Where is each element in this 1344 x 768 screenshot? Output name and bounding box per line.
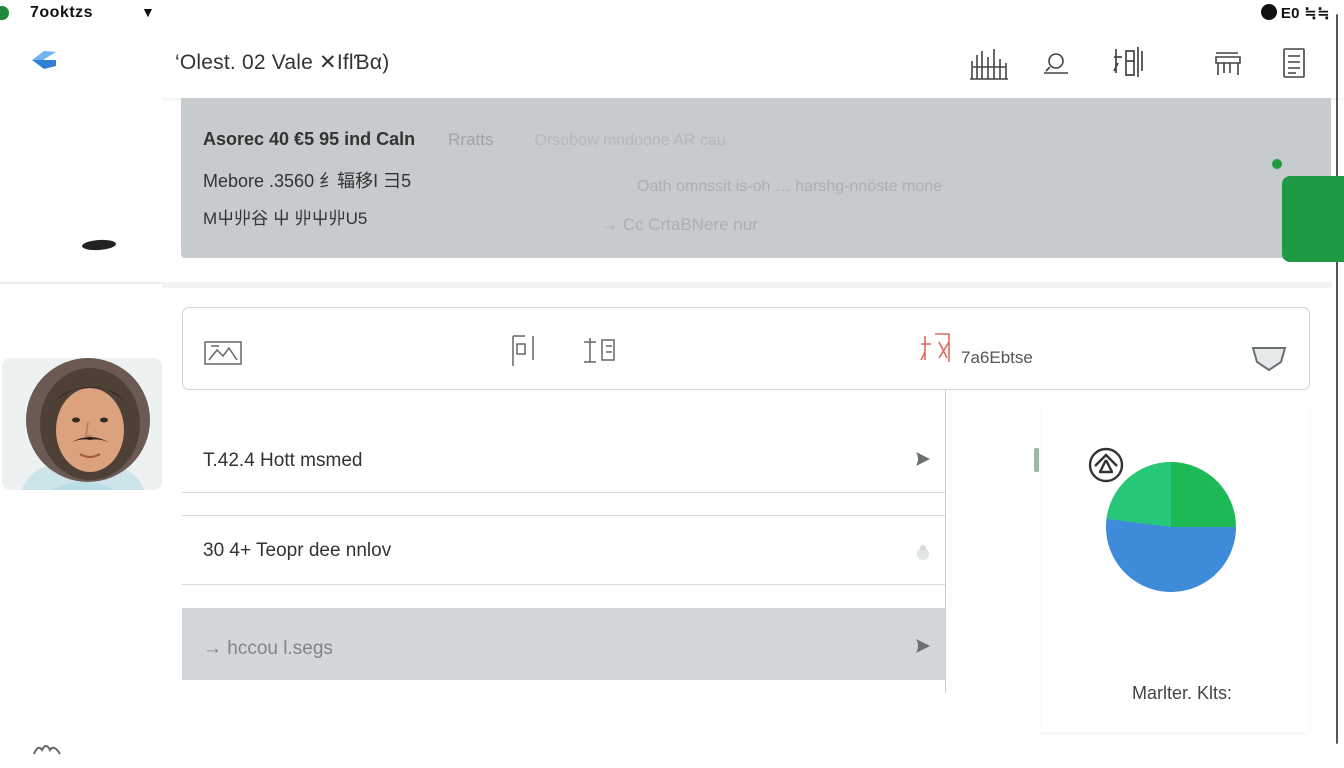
list-item-label: → hccou l.segs — [203, 638, 333, 659]
toolbar-status-text: 7a6Ebtse — [961, 348, 1033, 367]
summary-headline: Asorec 40 €5 95 ind Caln — [203, 129, 416, 149]
bookmarks-icon[interactable] — [1112, 43, 1152, 83]
document-icon[interactable] — [503, 332, 547, 368]
list-item-label: 30 4+ Teopr dee nnlov — [203, 540, 392, 561]
summary-faded-label: Rratts — [448, 130, 494, 149]
chevron-right-icon — [910, 446, 936, 472]
chevron-right-icon — [910, 633, 936, 659]
summary-line-2-faded: Oath omnssit is-oh … harshg-nnöste mone — [637, 178, 943, 195]
status-app-name: 7ooktzs — [30, 4, 94, 21]
summary-line-2: Mebore .3560 纟辐移I 彐5 — [203, 171, 412, 191]
hand-icon[interactable] — [32, 738, 62, 756]
app-header: ‘Olest. 02 Vale ✕IflƁα) — [0, 26, 1344, 98]
caret-down-icon[interactable]: ▼ — [141, 4, 155, 20]
toolbar: 7a6Ebtse — [182, 307, 1310, 390]
status-dot — [0, 6, 9, 20]
printer-icon[interactable] — [1208, 43, 1248, 83]
chart-card: Marlter. Klts: — [1041, 408, 1309, 732]
alert-icon[interactable] — [919, 330, 963, 366]
pie-slice — [1171, 462, 1236, 527]
chart-caption: Marlter. Klts: — [1131, 683, 1233, 703]
search-icon[interactable] — [1036, 43, 1076, 83]
list-item[interactable]: T.42.4 Hott msmed — [182, 408, 946, 493]
summary-action-button[interactable] — [1282, 176, 1344, 262]
rail-divider — [0, 282, 180, 284]
back-icon[interactable] — [28, 46, 60, 74]
chart-side-marker — [1034, 448, 1039, 472]
loading-icon — [910, 540, 936, 566]
page-title: ‘Olest. 02 Vale ✕IflƁα) — [175, 51, 390, 74]
list-item-label: T.42.4 Hott msmed — [203, 450, 363, 471]
summary-line-3: Μ屮丱谷 屮 丱屮丱U5 — [203, 209, 368, 228]
menu-icon[interactable] — [1274, 43, 1314, 83]
section-divider — [162, 282, 1332, 288]
column-divider — [945, 390, 946, 693]
window-edge — [1336, 14, 1338, 744]
summary-banner: Asorec 40 €5 95 ind Caln Rratts Orsobow … — [181, 98, 1331, 258]
pie-slice-highlight — [1106, 462, 1171, 527]
item-list: T.42.4 Hott msmed 30 4+ Teopr dee nnlov … — [182, 408, 946, 693]
library-icon[interactable] — [968, 43, 1008, 83]
summary-line-3-faded: → Cc CrtaBNere nur — [601, 215, 758, 234]
image-icon[interactable] — [201, 334, 245, 370]
list-item[interactable]: 30 4+ Teopr dee nnlov — [182, 515, 946, 585]
summary-faded-note: Orsobow mndoone AR cau — [534, 132, 726, 149]
filter-icon[interactable] — [1249, 340, 1289, 374]
status-right-text: E0 ≒≒ — [1280, 5, 1330, 22]
summary-line-1: Asorec 40 €5 95 ind Caln Rratts Orsobow … — [203, 129, 726, 150]
status-indicators: E0 ≒≒ — [1260, 4, 1330, 22]
tools-icon[interactable] — [578, 332, 622, 368]
list-item-selected[interactable]: → hccou l.segs — [182, 608, 946, 680]
toggle-indicator-icon[interactable] — [1272, 159, 1282, 169]
avatar[interactable] — [2, 358, 162, 490]
info-icon — [1260, 4, 1277, 20]
status-bar: 7ooktzs ▼ E0 ≒≒ — [0, 0, 1344, 26]
